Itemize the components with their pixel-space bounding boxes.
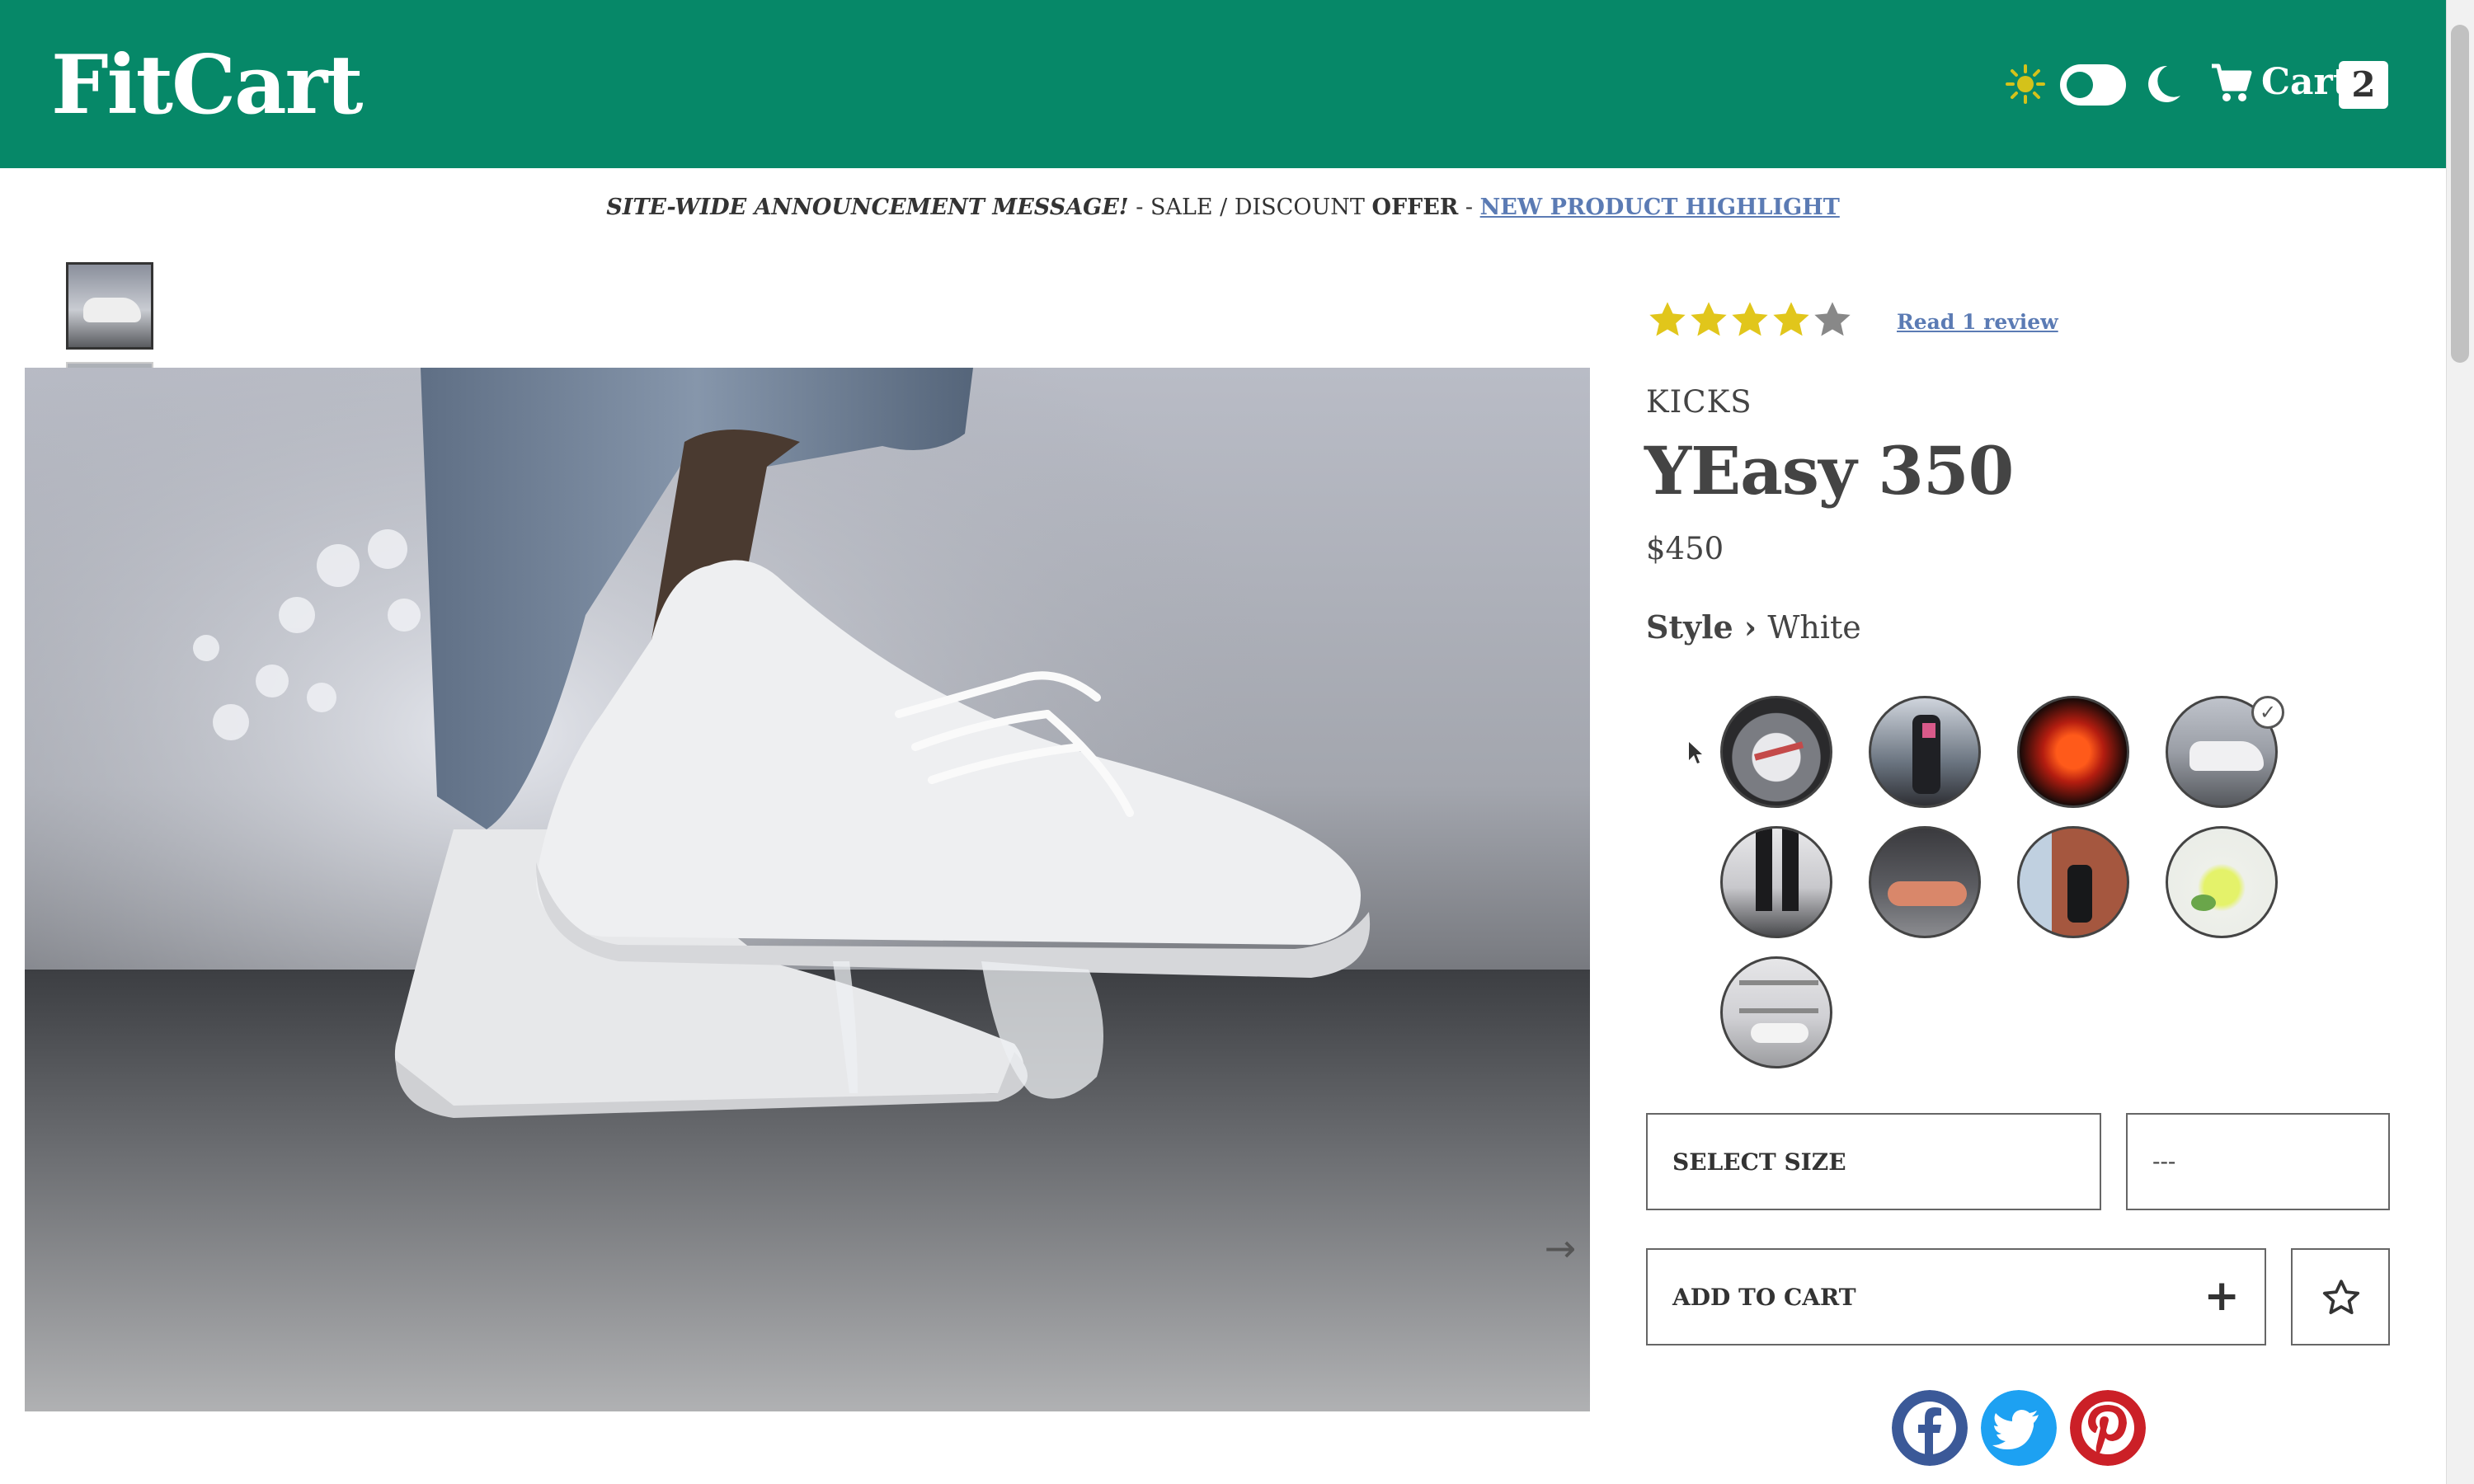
product-hero-image: → [25, 368, 1590, 1411]
swatch-shelf [1739, 980, 1818, 985]
logo[interactable]: FitCart [51, 38, 363, 133]
style-value: White [1767, 609, 1861, 646]
product-price: $450 [1646, 531, 1724, 566]
select-size-button[interactable]: SELECT SIZE [1646, 1113, 2101, 1210]
announcement-sep: - [1458, 195, 1480, 220]
star-outline-icon [2322, 1280, 2360, 1314]
add-to-cart-label: ADD TO CART [1672, 1283, 1856, 1311]
sun-icon[interactable] [2006, 64, 2045, 104]
style-selector-label: Style › White [1646, 608, 1861, 646]
announcement-link[interactable]: NEW PRODUCT HIGHLIGHT [1480, 195, 1840, 220]
swatch-accent [1922, 723, 1935, 738]
swatch-accent [1753, 741, 1804, 761]
moon-icon[interactable] [2142, 63, 2184, 106]
size-value-field[interactable]: --- [2126, 1113, 2390, 1210]
swatch-shelf [1739, 1008, 1818, 1013]
chevron-right-icon: › [1733, 608, 1768, 646]
swatch-figure [2067, 865, 2092, 923]
product-brand: KICKS [1646, 384, 1752, 420]
thumbnail[interactable] [66, 262, 153, 350]
announcement-message: SITE-WIDE ANNOUNCEMENT MESSAGE! [606, 195, 1129, 220]
arrow-right-icon[interactable]: → [1537, 1225, 1583, 1271]
star-icon [1649, 302, 1686, 336]
toggle-knob [2067, 72, 2093, 98]
plus-icon: + [2204, 1271, 2240, 1321]
selected-check-icon: ✓ [2251, 696, 2284, 729]
scrollbar-thumb[interactable] [2451, 25, 2469, 363]
star-icon [1732, 302, 1768, 336]
style-swatch[interactable] [1720, 826, 1832, 938]
star-icon [1691, 302, 1727, 336]
announcement-bar: SITE-WIDE ANNOUNCEMENT MESSAGE! - SALE /… [0, 195, 2446, 220]
cart-label[interactable]: Cart [2261, 61, 2349, 103]
product-title: YEasy 350 [1644, 432, 2014, 510]
facebook-icon[interactable] [1892, 1390, 1968, 1466]
style-swatch[interactable] [1720, 956, 1832, 1068]
cursor-icon [1689, 742, 1702, 763]
hero-illustration [25, 368, 1590, 1411]
favorite-button[interactable] [2291, 1248, 2390, 1345]
cart-count-badge[interactable]: 2 [2339, 61, 2388, 109]
announcement-sale: SALE / DISCOUNT [1150, 195, 1372, 220]
read-review-link[interactable]: Read 1 review [1897, 310, 2058, 334]
announcement-offer: OFFER [1371, 195, 1459, 220]
pinterest-icon[interactable] [2070, 1390, 2146, 1466]
style-swatch[interactable] [1869, 826, 1981, 938]
style-swatch[interactable] [2017, 696, 2129, 808]
style-swatch[interactable] [1720, 696, 1832, 808]
style-swatch[interactable] [2017, 826, 2129, 938]
theme-toggle[interactable] [2060, 64, 2126, 106]
star-empty-icon [1814, 302, 1851, 336]
swatch-figure [1756, 829, 1772, 911]
style-swatch[interactable] [1869, 696, 1981, 808]
cart-icon[interactable] [2210, 61, 2253, 104]
star-icon [1773, 302, 1809, 336]
twitter-icon[interactable] [1981, 1390, 2057, 1466]
swatch-shoe [1751, 1023, 1808, 1043]
style-label: Style [1646, 608, 1733, 646]
style-swatch[interactable] [2166, 826, 2278, 938]
swatch-accent [2191, 895, 2216, 911]
swatch-figure [1782, 829, 1799, 911]
add-to-cart-button[interactable]: ADD TO CART + [1646, 1248, 2266, 1345]
swatch-shoe [1888, 881, 1967, 906]
swatch-shoe [2189, 741, 2264, 771]
thumbnail-shoe [83, 298, 141, 322]
announcement-sep: - [1128, 195, 1150, 220]
